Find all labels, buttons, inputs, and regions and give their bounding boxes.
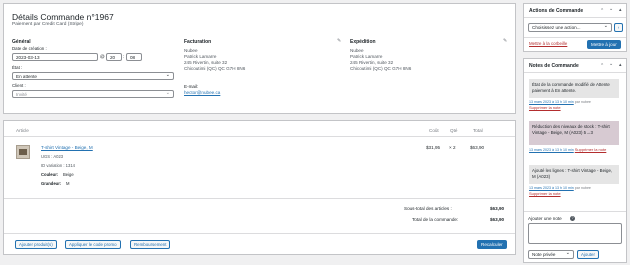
product-sku: UGS : A023 bbox=[41, 154, 64, 159]
product-link[interactable]: T-shirt Vintage - Beige, M bbox=[41, 145, 93, 151]
product-color: Beige bbox=[63, 172, 74, 177]
note-date[interactable]: 13 mars 2023 à 13 h 10 min bbox=[529, 100, 574, 104]
product-size: M bbox=[66, 181, 70, 186]
order-items-panel: Article Coût Qté Total T-shirt Vintage -… bbox=[3, 120, 516, 255]
note-meta: 13 mars 2023 à 13 h 10 min par nubee Sup… bbox=[529, 186, 591, 197]
note-item: Réduction des niveaux de stock : T-shirt… bbox=[529, 121, 619, 145]
subtotal-label: Sous-total des articles : bbox=[404, 206, 452, 211]
trash-link[interactable]: Mettre à la corbeille bbox=[529, 41, 567, 47]
apply-action-button[interactable]: › bbox=[614, 23, 623, 32]
delete-note-link[interactable]: Supprimer la note bbox=[529, 105, 561, 110]
billing-heading: Facturation bbox=[184, 39, 212, 45]
order-title: Détails Commande n°1967 bbox=[12, 12, 114, 22]
item-cost: $31,95 bbox=[426, 145, 441, 150]
note-textarea[interactable] bbox=[528, 223, 622, 244]
note-item: Ajouté les lignes : T-shirt Vintage - Be… bbox=[529, 165, 619, 184]
collapse-icon[interactable]: ▴ bbox=[619, 7, 622, 13]
move-up-icon[interactable]: ⌃ bbox=[600, 8, 604, 14]
note-text: Ajouté les lignes : T-shirt Vintage - Be… bbox=[532, 168, 613, 179]
edit-shipping-pencil-icon[interactable]: ✎ bbox=[503, 38, 507, 44]
order-actions-panel: Actions de Commande ⌃ ⌄ ▴ Choisissez une… bbox=[523, 3, 627, 52]
client-select[interactable]: Invité bbox=[12, 90, 174, 98]
note-author: par nubee bbox=[574, 100, 591, 104]
hour-input[interactable]: 20 bbox=[106, 53, 122, 61]
note-date[interactable]: 13 mars 2023 à 13 h 10 min bbox=[529, 186, 574, 190]
notes-collapse-icon[interactable]: ▴ bbox=[619, 62, 622, 68]
actions-divider bbox=[524, 17, 626, 18]
actions-footer-divider bbox=[524, 37, 626, 38]
header-divider bbox=[4, 136, 515, 137]
notes-move-up-icon[interactable]: ⌃ bbox=[600, 63, 604, 69]
order-notes-panel: Notes de Commande ⌃ ⌄ ▴ État de la comma… bbox=[523, 58, 627, 263]
order-data-panel: Détails Commande n°1967 Paiement par Cre… bbox=[3, 3, 516, 114]
note-date[interactable]: 13 mars 2023 à 13 h 10 min bbox=[529, 148, 574, 152]
general-heading: Général bbox=[12, 39, 31, 45]
move-down-icon[interactable]: ⌄ bbox=[609, 6, 613, 12]
note-author: par nubee bbox=[574, 186, 591, 190]
col-qty: Qté bbox=[450, 128, 458, 133]
billing-line-4: Chicoutimi (QC) QC G7H 8N6 bbox=[184, 66, 246, 71]
order-notes-title: Notes de Commande bbox=[529, 63, 579, 69]
product-size-label: Grandeur: bbox=[41, 181, 62, 186]
item-total: $63,90 bbox=[470, 145, 485, 150]
delete-note-link[interactable]: Supprimer la note bbox=[575, 147, 607, 152]
add-note-divider bbox=[524, 211, 626, 212]
product-variation: ID variation : 1314 bbox=[41, 163, 75, 168]
subtotal-value: $63,90 bbox=[490, 206, 505, 211]
add-product-button[interactable]: Ajouter produit(s) bbox=[15, 240, 57, 249]
add-note-label: Ajouter une note bbox=[528, 216, 562, 221]
status-select[interactable]: En attente bbox=[12, 72, 174, 80]
shipping-line-4: Chicoutimi (QC) QC G7H 8N6 bbox=[350, 66, 412, 71]
note-text: Réduction des niveaux de stock : T-shirt… bbox=[532, 124, 610, 135]
totals-divider bbox=[4, 233, 515, 234]
time-separator: : bbox=[123, 54, 125, 59]
product-color-label: Couleur: bbox=[41, 172, 59, 177]
product-thumbnail bbox=[16, 145, 30, 159]
order-total-label: Total de la commande: bbox=[412, 217, 459, 222]
notes-divider bbox=[524, 72, 626, 73]
col-cost: Coût bbox=[429, 128, 439, 133]
update-button[interactable]: Mettre à jour bbox=[587, 40, 621, 49]
edit-billing-pencil-icon[interactable]: ✎ bbox=[337, 38, 341, 44]
date-label: Date de création : bbox=[12, 46, 47, 51]
help-icon: ? bbox=[570, 216, 575, 221]
shipping-heading: Expédition bbox=[350, 39, 376, 45]
note-text: État de la commande modifié de Attente p… bbox=[532, 82, 610, 93]
item-qty: × 2 bbox=[449, 145, 456, 150]
order-subtitle: Paiement par Credit Card (Stripe) bbox=[12, 22, 84, 27]
col-total: Total bbox=[473, 128, 483, 133]
date-input[interactable]: 2023-03-13 bbox=[12, 53, 98, 61]
recalculate-button[interactable]: Recalculer bbox=[477, 240, 507, 249]
apply-coupon-button[interactable]: Appliquer le code promo bbox=[65, 240, 121, 249]
note-type-select[interactable]: Note privée bbox=[528, 250, 574, 259]
billing-email-link[interactable]: hector@nubee.ca bbox=[184, 90, 220, 96]
notes-move-down-icon[interactable]: ⌄ bbox=[609, 61, 613, 67]
note-meta: 13 mars 2023 à 13 h 10 min Supprimer la … bbox=[529, 147, 623, 153]
order-total-value: $63,90 bbox=[490, 217, 505, 222]
status-label: État : bbox=[12, 65, 23, 70]
minute-input[interactable]: 08 bbox=[126, 53, 142, 61]
client-label: Client : bbox=[12, 83, 26, 88]
action-select[interactable]: Choisissez une action... bbox=[528, 23, 612, 32]
at-label: @ bbox=[100, 54, 105, 59]
col-article: Article bbox=[16, 128, 29, 133]
delete-note-link[interactable]: Supprimer la note bbox=[529, 191, 561, 196]
note-meta: 13 mars 2023 à 13 h 10 min par nubee Sup… bbox=[529, 100, 591, 111]
order-actions-title: Actions de Commande bbox=[529, 8, 584, 14]
note-item: État de la commande modifié de Attente p… bbox=[529, 79, 619, 98]
add-note-button[interactable]: Ajouter bbox=[577, 250, 599, 259]
row-divider bbox=[4, 198, 515, 199]
refund-button[interactable]: Remboursement bbox=[130, 240, 171, 249]
